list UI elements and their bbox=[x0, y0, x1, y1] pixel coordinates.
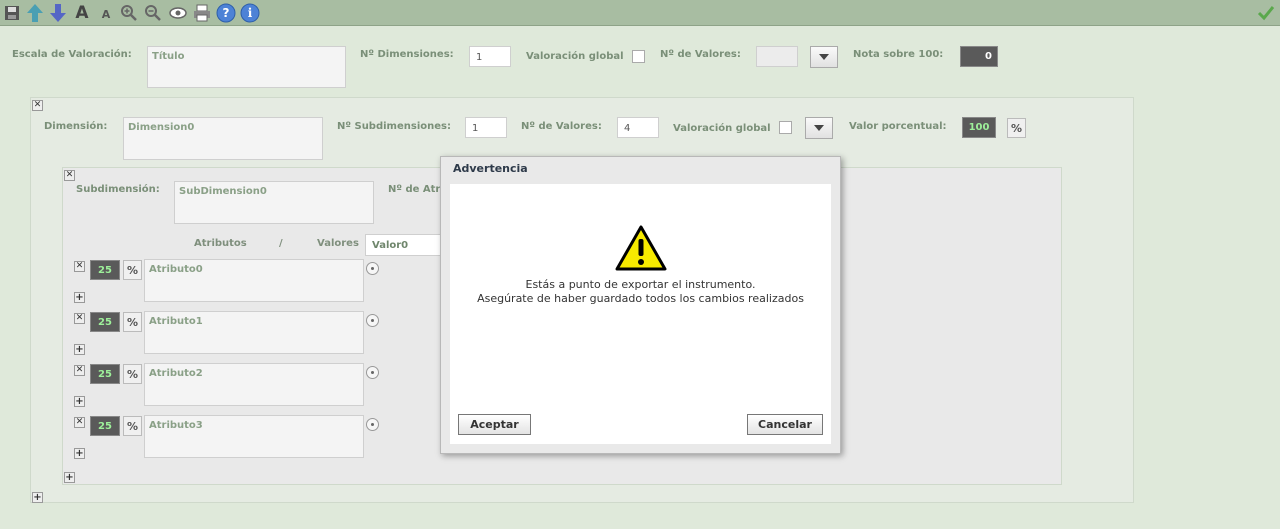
add-dimension-icon[interactable]: + bbox=[32, 492, 43, 503]
attribute-name-field[interactable]: Atributo2 bbox=[144, 363, 364, 406]
delete-attribute-icon[interactable]: ✕ bbox=[74, 313, 85, 324]
values-count-label: Nº de Valores: bbox=[660, 49, 741, 60]
svg-text:?: ? bbox=[223, 6, 230, 20]
delete-attribute-icon[interactable]: ✕ bbox=[74, 365, 85, 376]
values-count-input[interactable] bbox=[756, 46, 798, 67]
attribute-percent-icon[interactable]: % bbox=[123, 364, 142, 384]
attributes-header: Atributos bbox=[194, 238, 247, 249]
close-subdimension-icon[interactable]: ✕ bbox=[64, 170, 75, 181]
dimension-global-checkbox[interactable] bbox=[779, 121, 792, 134]
font-decrease-icon[interactable]: A bbox=[96, 3, 116, 23]
print-icon[interactable] bbox=[192, 3, 212, 23]
info-icon[interactable]: i bbox=[240, 3, 260, 23]
dimension-name-field[interactable]: Dimension0 bbox=[123, 117, 323, 160]
svg-text:i: i bbox=[248, 6, 253, 20]
attribute-percent-icon[interactable]: % bbox=[123, 312, 142, 332]
percent-value: 100 bbox=[962, 117, 996, 138]
header-separator: / bbox=[279, 238, 283, 249]
delete-attribute-icon[interactable]: ✕ bbox=[74, 261, 85, 272]
values-header: Valores bbox=[317, 238, 359, 249]
global-rating-checkbox[interactable] bbox=[632, 50, 645, 63]
attribute-weight: 25 bbox=[90, 364, 120, 384]
add-subdimension-icon[interactable]: + bbox=[64, 472, 75, 483]
attribute-radio[interactable] bbox=[366, 262, 379, 275]
font-increase-icon[interactable]: A bbox=[72, 3, 92, 23]
global-rating-label: Valoración global bbox=[526, 51, 624, 62]
warning-icon bbox=[615, 225, 667, 274]
dimension-values-dropdown[interactable] bbox=[805, 117, 833, 139]
arrow-down-icon[interactable] bbox=[48, 3, 68, 23]
arrow-up-icon[interactable] bbox=[25, 3, 45, 23]
view-icon[interactable] bbox=[168, 3, 188, 23]
attribute-radio[interactable] bbox=[366, 314, 379, 327]
close-dimension-icon[interactable]: ✕ bbox=[32, 100, 43, 111]
dimension-values-input[interactable]: 4 bbox=[617, 117, 659, 138]
add-attribute-icon[interactable]: + bbox=[74, 448, 85, 459]
delete-attribute-icon[interactable]: ✕ bbox=[74, 417, 85, 428]
dimension-values-label: Nº de Valores: bbox=[521, 121, 602, 132]
warning-dialog: Advertencia Estás a punto de exportar el… bbox=[440, 156, 841, 454]
dialog-body: Estás a punto de exportar el instrumento… bbox=[450, 184, 831, 444]
dialog-title: Advertencia bbox=[453, 162, 528, 175]
add-attribute-icon[interactable]: + bbox=[74, 292, 85, 303]
dimension-label: Dimensión: bbox=[44, 121, 108, 132]
attribute-percent-icon[interactable]: % bbox=[123, 416, 142, 436]
attributes-count-label: Nº de Atri bbox=[388, 184, 444, 195]
subdimensions-count-input[interactable]: 1 bbox=[465, 117, 507, 138]
attribute-weight: 25 bbox=[90, 260, 120, 280]
attribute-radio[interactable] bbox=[366, 418, 379, 431]
dimensions-count-input[interactable]: 1 bbox=[469, 46, 511, 67]
dimensions-count-label: Nº Dimensiones: bbox=[360, 49, 454, 60]
scale-title-field[interactable]: Título bbox=[147, 46, 346, 88]
add-attribute-icon[interactable]: + bbox=[74, 396, 85, 407]
attribute-name-field[interactable]: Atributo3 bbox=[144, 415, 364, 458]
scale-label: Escala de Valoración: bbox=[12, 49, 132, 60]
attribute-name-field[interactable]: Atributo1 bbox=[144, 311, 364, 354]
subdimension-name-field[interactable]: SubDimension0 bbox=[174, 181, 374, 224]
zoom-out-icon[interactable] bbox=[143, 3, 163, 23]
attribute-name-field[interactable]: Atributo0 bbox=[144, 259, 364, 302]
dialog-message-line2: Asegúrate de haber guardado todos los ca… bbox=[477, 292, 804, 305]
dimension-global-label: Valoración global bbox=[673, 123, 771, 134]
attribute-percent-icon[interactable]: % bbox=[123, 260, 142, 280]
attribute-radio[interactable] bbox=[366, 366, 379, 379]
zoom-in-icon[interactable] bbox=[119, 3, 139, 23]
add-attribute-icon[interactable]: + bbox=[74, 344, 85, 355]
percent-label: Valor porcentual: bbox=[849, 121, 947, 132]
save-icon[interactable] bbox=[2, 3, 22, 23]
note-label: Nota sobre 100: bbox=[853, 49, 944, 60]
checkmark-icon[interactable] bbox=[1256, 3, 1276, 23]
percent-icon[interactable]: % bbox=[1007, 118, 1026, 138]
dialog-message-line1: Estás a punto de exportar el instrumento… bbox=[525, 278, 756, 291]
note-value: 0 bbox=[960, 46, 998, 67]
value0-field[interactable]: Valor0 bbox=[365, 234, 445, 256]
subdimensions-count-label: Nº Subdimensiones: bbox=[337, 121, 451, 132]
accept-button[interactable]: Aceptar bbox=[458, 414, 531, 435]
help-icon[interactable]: ? bbox=[216, 3, 236, 23]
attribute-weight: 25 bbox=[90, 312, 120, 332]
values-dropdown[interactable] bbox=[810, 46, 838, 68]
subdimension-label: Subdimensión: bbox=[76, 184, 160, 195]
cancel-button[interactable]: Cancelar bbox=[747, 414, 823, 435]
attribute-weight: 25 bbox=[90, 416, 120, 436]
toolbar: A A ? i bbox=[0, 0, 1280, 26]
